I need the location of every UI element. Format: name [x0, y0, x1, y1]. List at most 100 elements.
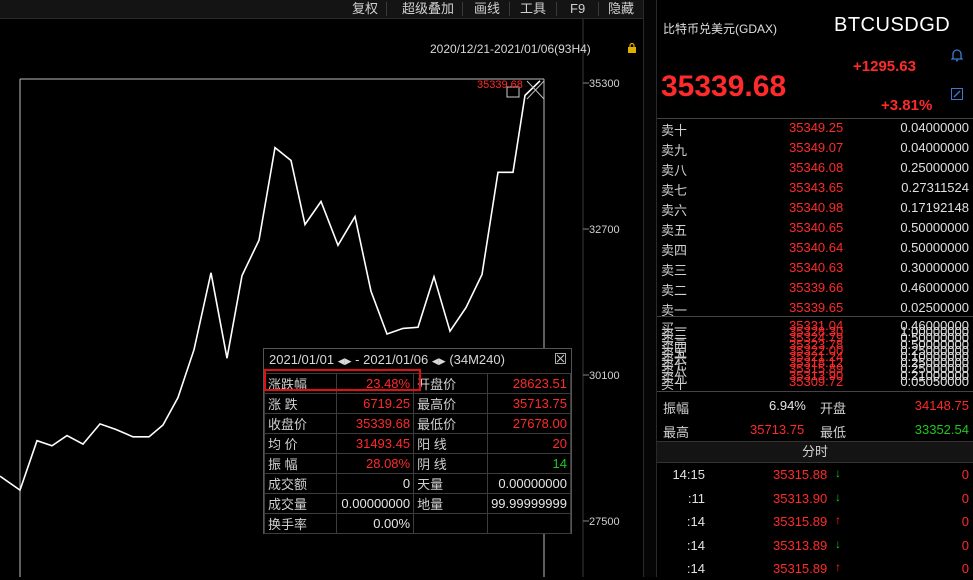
tick-time: 14:15: [672, 467, 705, 482]
stat-value: 0.00000000: [336, 493, 415, 514]
bid-volume: 0.05050000: [900, 373, 969, 389]
tick-volume: 0: [961, 490, 969, 506]
lock-icon[interactable]: [627, 42, 636, 53]
last-price: 35339.68: [661, 70, 787, 103]
prev-next-icon[interactable]: ◀▶: [338, 356, 352, 366]
tick-row[interactable]: 14:15 35315.88 ↓ 0: [657, 464, 973, 486]
ask-row[interactable]: 卖二 35339.66 0.46000000: [661, 278, 969, 298]
price-change: +1295.63: [853, 58, 916, 75]
stat-value: 0: [336, 473, 415, 494]
tick-price: 35315.89: [773, 514, 828, 529]
stat-label: 地量: [413, 493, 489, 514]
ask-volume: 0.50000000: [900, 240, 969, 255]
ask-row[interactable]: 卖九 35349.07 0.04000000: [661, 138, 969, 158]
stat-label: 振 幅: [263, 453, 338, 474]
ticks-header[interactable]: 分时: [657, 441, 973, 463]
range-to: 2021/01/06: [363, 352, 429, 367]
stat-value: 0.00%: [336, 513, 415, 534]
arrow-down-icon: ↓: [835, 536, 841, 551]
arrow-down-icon: ↓: [835, 489, 841, 504]
divider: [657, 391, 973, 392]
tick-row[interactable]: :14 35315.89 ↑ 0: [657, 511, 973, 533]
ask-row[interactable]: 卖六 35340.98 0.17192148: [661, 198, 969, 218]
stat-label: 收盘价: [263, 413, 338, 434]
ask-row[interactable]: 卖一 35339.65 0.02500000: [661, 298, 969, 318]
overlay-button[interactable]: 超级叠加: [398, 0, 458, 18]
ask-label: 卖四: [661, 243, 688, 258]
arrow-down-icon: ↓: [835, 466, 841, 480]
tick-time: :14: [686, 514, 705, 529]
toolbar-divider: [462, 2, 463, 16]
stat-value: 27678.00: [487, 413, 571, 434]
tick-time: :11: [687, 490, 705, 506]
tools-button[interactable]: 工具: [516, 0, 550, 18]
ask-row[interactable]: 卖四 35340.64 0.50000000: [661, 238, 969, 258]
ask-volume: 0.30000000: [900, 260, 969, 275]
low-label: 最低: [820, 425, 847, 440]
f9-button[interactable]: F9: [566, 0, 589, 18]
ask-label: 卖七: [661, 183, 688, 198]
stat-label: 换手率: [263, 513, 338, 534]
close-icon[interactable]: [555, 353, 566, 364]
y-tick-label: 35300: [589, 78, 620, 90]
ask-row[interactable]: 卖八 35346.08 0.25000000: [661, 158, 969, 178]
stat-label: 开盘价: [413, 373, 489, 394]
tick-time: :14: [686, 537, 705, 553]
adjust-button[interactable]: 复权: [348, 0, 382, 18]
ask-row[interactable]: 卖十 35349.25 0.04000000: [661, 118, 969, 138]
panel-splitter[interactable]: [643, 0, 657, 577]
instrument-name: 比特币兑美元(GDAX): [663, 22, 778, 36]
tick-row[interactable]: :11 35313.90 ↓ 0: [657, 488, 973, 510]
stat-label: 成交量: [263, 493, 338, 514]
tick-volume: 0: [961, 561, 969, 576]
hide-button[interactable]: 隐藏: [604, 0, 638, 18]
ask-row[interactable]: 卖三 35340.63 0.30000000: [661, 258, 969, 278]
stat-label: 均 价: [263, 433, 338, 454]
ask-price: 35340.64: [789, 240, 844, 255]
stat-value: [487, 513, 571, 534]
range-from: 2021/01/01: [269, 352, 335, 367]
stat-label: [413, 513, 489, 534]
tick-time: :14: [686, 561, 705, 576]
tick-volume: 0: [961, 467, 969, 482]
toolbar-divider: [509, 2, 510, 16]
stat-value: 35713.75: [487, 393, 571, 414]
ask-volume: 0.04000000: [900, 120, 969, 135]
stat-label: 涨 跌: [263, 393, 338, 414]
stats-row: 成交额 0 天量 0.00000000: [263, 473, 571, 494]
prev-next-icon[interactable]: ◀▶: [432, 356, 446, 366]
ask-price: 35349.07: [789, 140, 844, 155]
stat-value: 6719.25: [336, 393, 415, 414]
stats-row: 收盘价 35339.68 最低价 27678.00: [263, 413, 571, 434]
stats-row: 振 幅 28.08% 阴 线 14: [263, 453, 571, 474]
tick-row[interactable]: :14 35313.89 ↓ 0: [657, 535, 973, 557]
y-tick-label: 30100: [589, 370, 620, 382]
ask-price: 35346.08: [789, 160, 844, 175]
stat-label: 阳 线: [413, 433, 489, 454]
bell-icon[interactable]: [950, 48, 964, 62]
stats-row: 均 价 31493.45 阳 线 20: [263, 433, 571, 454]
ask-label: 卖六: [661, 203, 688, 218]
draw-line-button[interactable]: 画线: [470, 0, 504, 18]
tick-volume: 0: [961, 514, 969, 529]
date-range-label: 2020/12/21-2021/01/06(93H4): [430, 42, 591, 56]
tick-price: 35315.89: [773, 561, 828, 576]
stats-row: 涨 跌 6719.25 最高价 35713.75: [263, 393, 571, 414]
ask-row[interactable]: 卖五 35340.65 0.50000000: [661, 218, 969, 238]
stat-label: 成交额: [263, 473, 338, 494]
chart-toolbar: 复权 超级叠加 画线 工具 F9 隐藏: [0, 0, 643, 19]
ask-volume: 0.50000000: [900, 220, 969, 235]
ask-price: 35343.65: [789, 180, 844, 195]
bid-label: 买十: [661, 376, 688, 390]
edit-icon[interactable]: [951, 88, 963, 100]
ask-row[interactable]: 卖七 35343.65 0.27311524: [661, 178, 969, 198]
ask-label: 卖五: [661, 223, 688, 238]
ask-volume: 0.04000000: [900, 140, 969, 155]
ask-volume: 0.02500000: [900, 300, 969, 315]
stats-row: 换手率 0.00%: [263, 513, 571, 534]
amplitude-label: 振幅: [663, 401, 690, 416]
highlight-box: [264, 369, 421, 391]
divider: [657, 316, 973, 317]
stat-value: 20: [487, 433, 571, 454]
arrow-up-icon: ↑: [835, 560, 841, 574]
